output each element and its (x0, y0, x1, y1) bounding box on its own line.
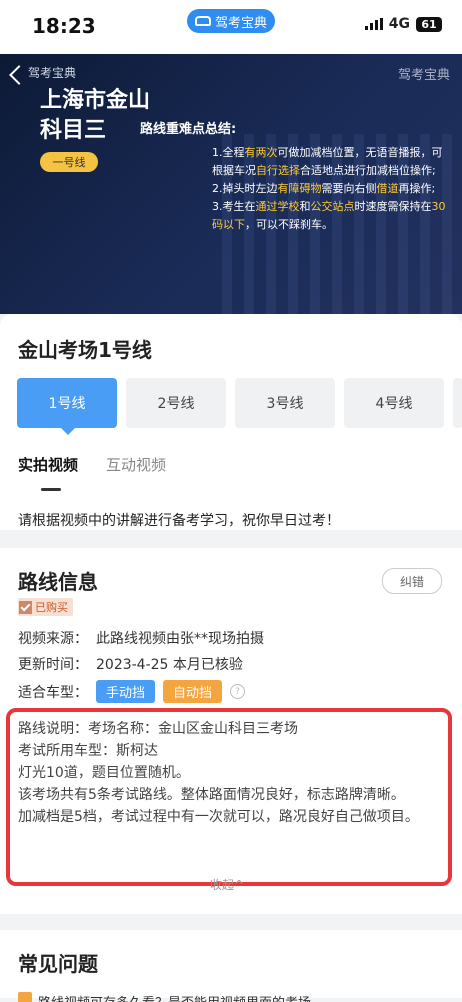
banner-title: 上海市金山 科目三 (40, 86, 150, 146)
back-arrow-icon[interactable] (9, 65, 29, 85)
car-type-row: 适合车型： 手动挡 自动挡 ? (18, 680, 246, 703)
updated-value: 2023-4-25 本月已核验 (96, 657, 243, 673)
manual-car-chip[interactable]: 手动挡 (96, 680, 156, 703)
banner-point: 3.考生在通过学校和公交站点时速度需保持在30码以下，可以不踩刹车。 (212, 200, 446, 231)
route-description: 路线说明：考场名称：金山区金山科目三考场 考试所用车型：斯柯达 灯光10道，题目… (18, 718, 438, 828)
battery-icon: 61 (416, 16, 442, 32)
faq-item-icon (18, 992, 32, 1002)
active-tab-indicator (41, 488, 61, 491)
status-indicators: 4G 61 (364, 16, 442, 32)
source-value: 此路线视频由张**现场拍摄 (96, 631, 264, 647)
video-source-row: 视频来源： 此路线视频由张**现场拍摄 (18, 628, 264, 648)
help-icon[interactable]: ? (230, 684, 246, 699)
updated-label: 更新时间： (18, 657, 88, 673)
line-tab-more[interactable] (453, 378, 462, 428)
car-icon (194, 16, 211, 26)
app-pill-label: 驾考宝典 (214, 15, 267, 31)
signal-icon (364, 18, 383, 30)
study-notice: 请根据视频中的讲解进行备考学习，祝你早日过考！ (18, 513, 340, 529)
purchased-badge: 已购买 (18, 598, 73, 616)
banner-watermark: 驾考宝典 (397, 68, 450, 83)
exam-line-card: 金山考场1号线 1号线 2号线 3号线 4号线 实拍视频 互动视频 请根据视频中… (0, 314, 462, 530)
line-tabs: 1号线 2号线 3号线 4号线 (17, 378, 462, 435)
banner-brand: 驾考宝典 (28, 66, 77, 80)
source-label: 视频来源： (18, 631, 88, 647)
faq-title: 常见问题 (18, 952, 98, 976)
purchased-label: 已购买 (35, 601, 68, 614)
faq-item[interactable]: 路线视频可存多久看？是否能用视频里面的考场 (18, 992, 438, 1002)
battery-level: 61 (421, 17, 437, 31)
banner-line-tag: 一号线 (40, 152, 98, 172)
faq-card: 常见问题 路线视频可存多久看？是否能用视频里面的考场 (0, 930, 462, 1002)
route-info-title: 路线信息 (18, 570, 98, 594)
network-type: 4G (388, 16, 410, 32)
description-line: 该考场共有5条考试路线。整体路面情况良好，标志路牌清晰。 (18, 787, 405, 803)
update-time-row: 更新时间： 2023-4-25 本月已核验 (18, 654, 243, 674)
collapse-button[interactable]: 收起^ (210, 876, 244, 893)
check-icon (19, 600, 32, 614)
car-type-label: 适合车型： (18, 684, 88, 701)
description-line: 考试所用车型：斯柯达 (18, 743, 158, 759)
description-line: 加减档是5档，考试过程中有一次就可以，路况良好自己做项目。 (18, 809, 419, 825)
route-banner: 驾考宝典 驾考宝典 上海市金山 科目三 一号线 路线重难点总结: 1.全程有两次… (0, 54, 462, 314)
banner-points: 1.全程有两次可做加减档位置，无语音播报，可根据车况自行选择合适地点进行加减档位… (212, 144, 452, 234)
line-tab-2[interactable]: 2号线 (126, 378, 226, 428)
banner-point: 1.全程有两次可做加减档位置，无语音播报，可根据车况自行选择合适地点进行加减档位… (212, 146, 443, 177)
auto-car-chip[interactable]: 自动挡 (163, 680, 223, 703)
tab-real-video[interactable]: 实拍视频 (18, 454, 78, 475)
description-line: 灯光10道，题目位置随机。 (18, 765, 190, 781)
status-bar: 18:23 驾考宝典 4G 61 (0, 0, 462, 54)
line-tab-4[interactable]: 4号线 (344, 378, 444, 428)
return-to-app-pill[interactable]: 驾考宝典 (187, 9, 275, 33)
banner-title-line1: 上海市金山 (40, 88, 151, 113)
route-info-card: 路线信息 纠错 已购买 视频来源： 此路线视频由张**现场拍摄 更新时间： 20… (0, 548, 462, 914)
line-tab-1[interactable]: 1号线 (17, 378, 117, 435)
banner-subtitle: 路线重难点总结: (140, 122, 237, 137)
line-tab-3[interactable]: 3号线 (235, 378, 335, 428)
banner-point: 2.掉头时左边有障碍物需要向右侧借道再操作; (212, 182, 436, 195)
tab-interactive-video[interactable]: 互动视频 (106, 454, 166, 475)
faq-item-text: 路线视频可存多久看？是否能用视频里面的考场 (38, 992, 311, 1002)
status-time: 18:23 (32, 14, 96, 38)
report-error-button[interactable]: 纠错 (382, 568, 442, 594)
video-tabs: 实拍视频 互动视频 (18, 454, 166, 475)
description-line: 路线说明：考场名称：金山区金山科目三考场 (18, 721, 298, 737)
banner-title-line2: 科目三 (40, 118, 107, 143)
exam-title: 金山考场1号线 (18, 338, 152, 362)
